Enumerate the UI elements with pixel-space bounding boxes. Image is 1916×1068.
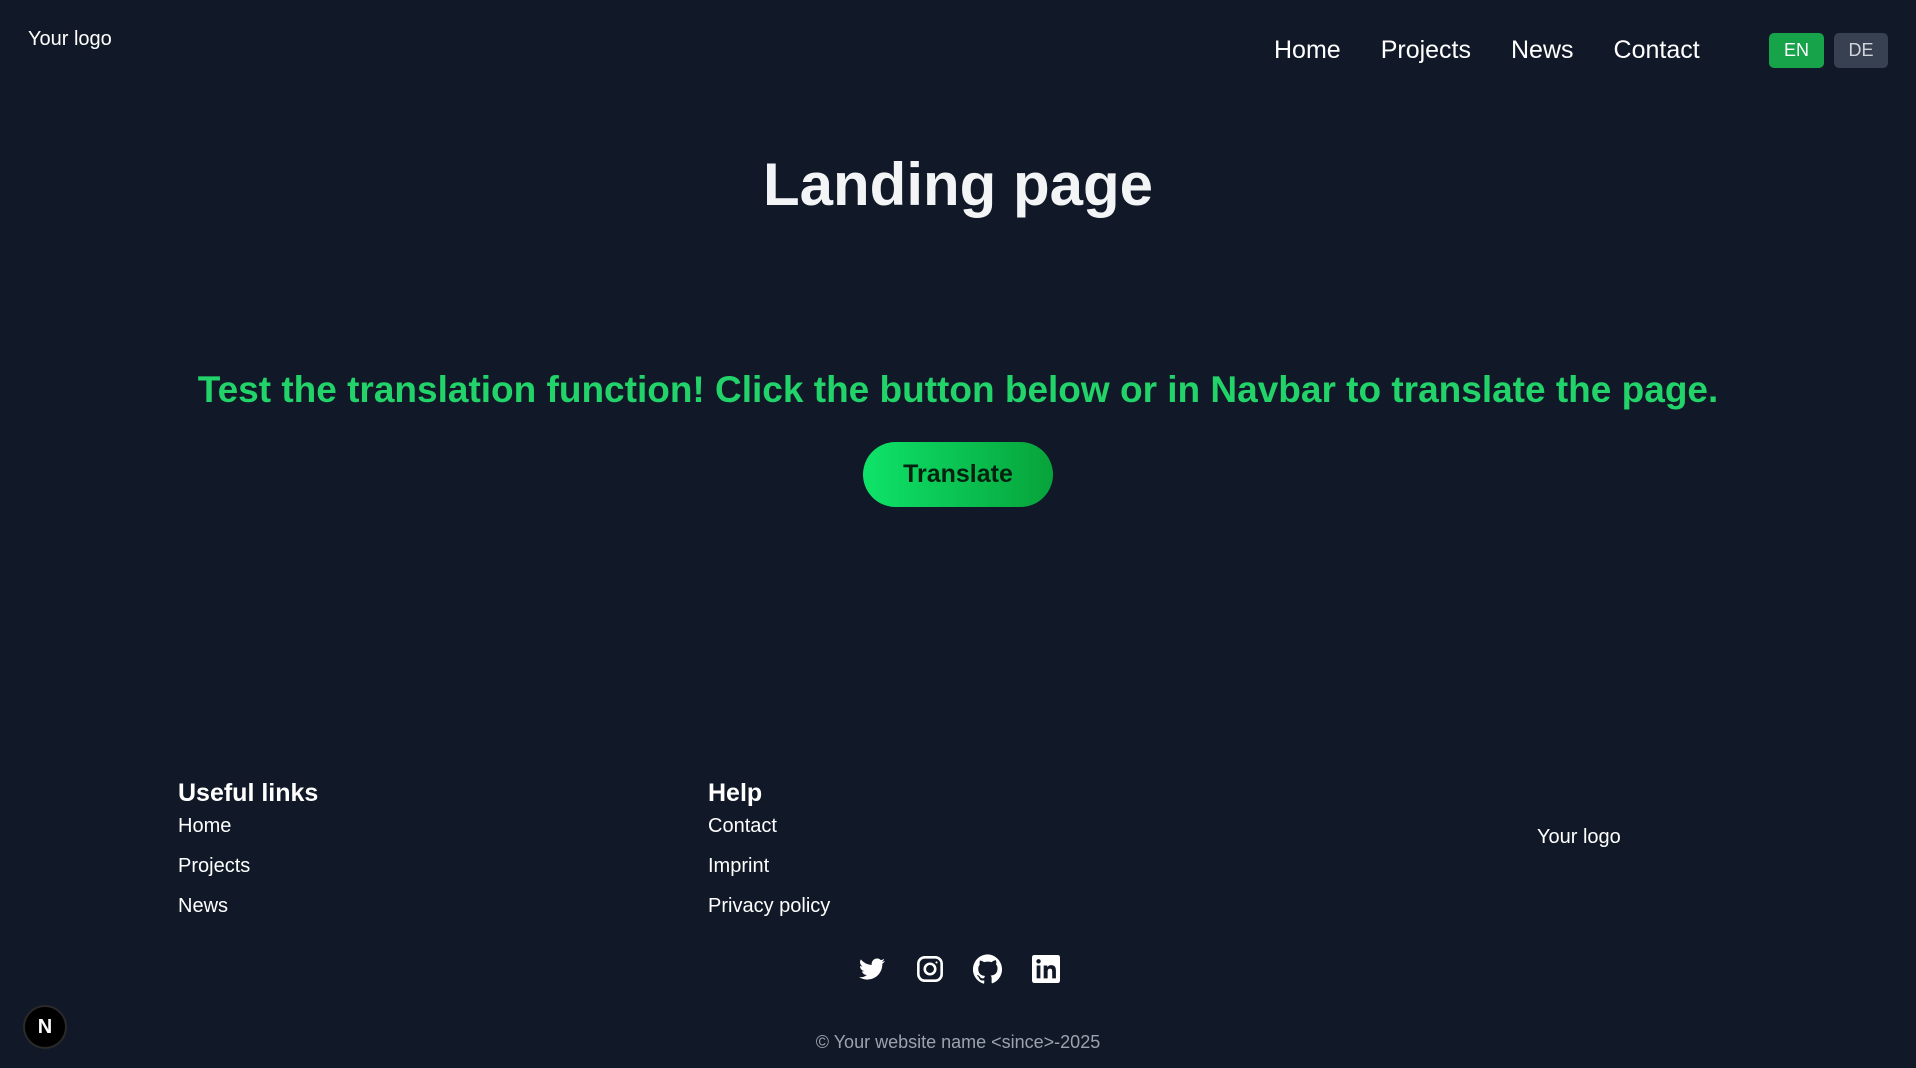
footer-help-heading: Help	[708, 779, 763, 807]
footer-help: Help Contact Imprint Privacy policy	[708, 778, 830, 934]
social-links	[855, 952, 1063, 986]
github-icon[interactable]	[971, 952, 1005, 986]
footer-useful-links: Useful links Home Projects News	[178, 778, 318, 934]
page-title: Landing page	[763, 151, 1153, 218]
nav-home[interactable]: Home	[1274, 34, 1341, 66]
nextjs-dev-badge[interactable]: N	[23, 1005, 67, 1049]
footer-link-news[interactable]: News	[178, 894, 318, 918]
header-logo[interactable]: Your logo	[28, 28, 112, 51]
language-switcher: EN DE	[1769, 33, 1888, 68]
footer-link-projects[interactable]: Projects	[178, 854, 318, 878]
nav-news[interactable]: News	[1511, 34, 1574, 66]
twitter-icon[interactable]	[855, 952, 889, 986]
translation-prompt: Test the translation function! Click the…	[197, 369, 1719, 410]
footer-link-home[interactable]: Home	[178, 814, 318, 838]
instagram-icon[interactable]	[913, 952, 947, 986]
footer-useful-links-heading: Useful links	[178, 779, 319, 807]
footer-link-privacy[interactable]: Privacy policy	[708, 894, 830, 918]
language-de-button[interactable]: DE	[1834, 33, 1888, 68]
translate-button[interactable]: Translate	[863, 442, 1053, 507]
footer-link-contact[interactable]: Contact	[708, 814, 830, 838]
main-nav: Home Projects News Contact	[1274, 34, 1700, 66]
footer-link-imprint[interactable]: Imprint	[708, 854, 830, 878]
nav-projects[interactable]: Projects	[1381, 34, 1471, 66]
linkedin-icon[interactable]	[1029, 952, 1063, 986]
language-en-button[interactable]: EN	[1769, 33, 1824, 68]
copyright-text: © Your website name <since>-2025	[815, 1032, 1101, 1052]
nav-contact[interactable]: Contact	[1614, 34, 1700, 66]
footer-logo[interactable]: Your logo	[1537, 826, 1621, 849]
